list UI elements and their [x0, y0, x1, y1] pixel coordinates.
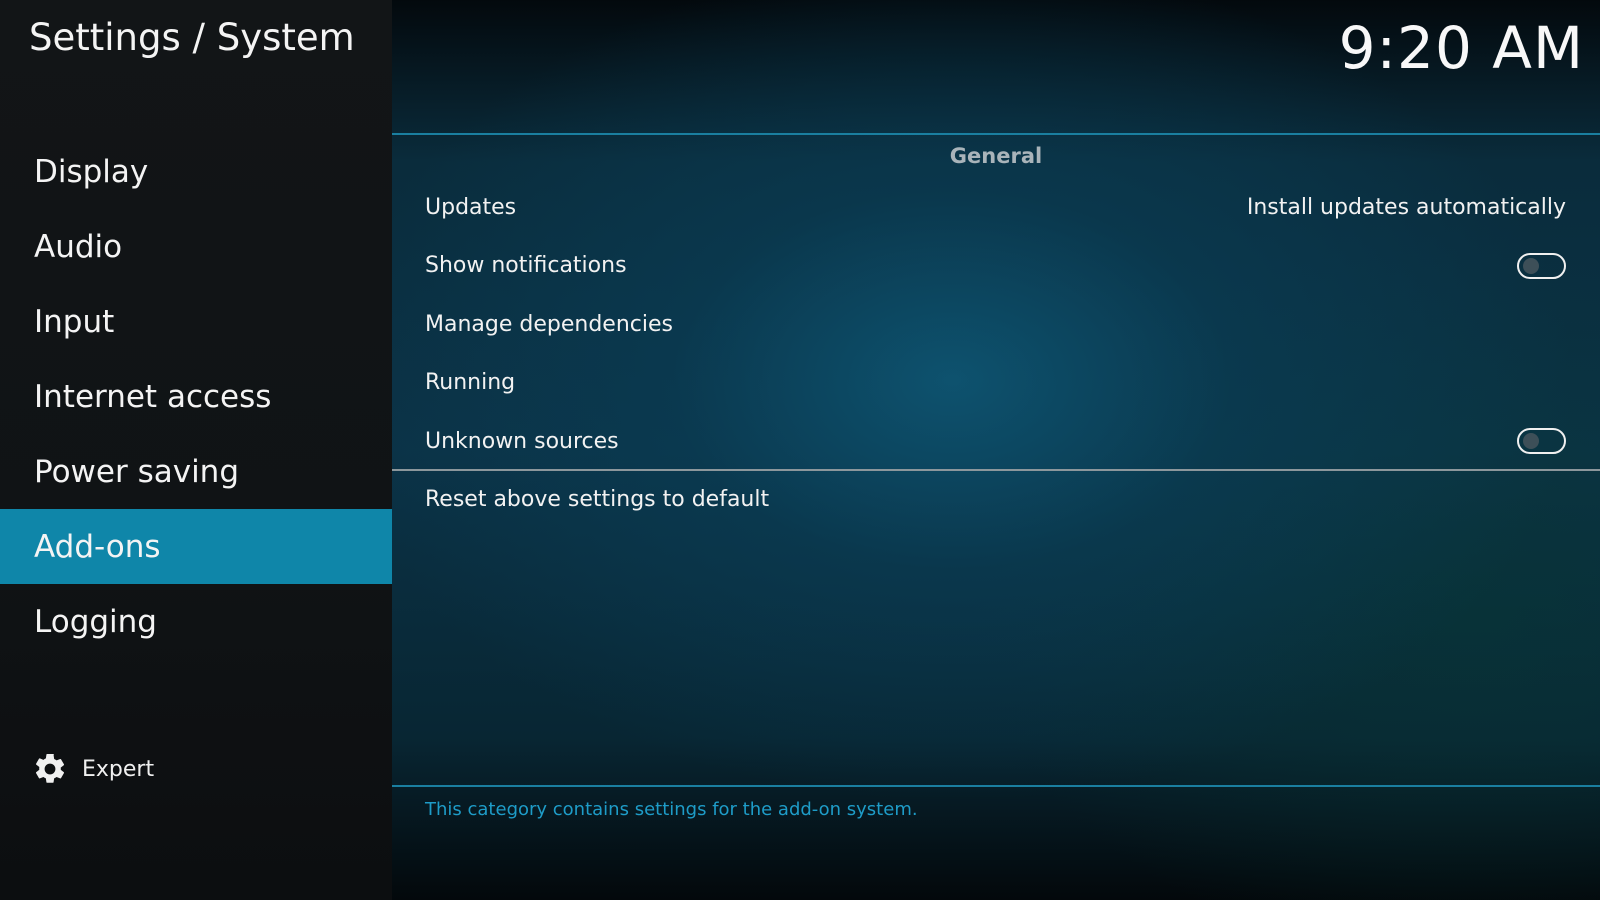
setting-unknown-sources[interactable]: Unknown sources: [392, 412, 1600, 471]
toggle-knob: [1523, 433, 1539, 450]
sidebar-item-audio[interactable]: Audio: [0, 209, 392, 284]
setting-label: Manage dependencies: [425, 311, 673, 337]
help-text: This category contains settings for the …: [425, 799, 918, 820]
sidebar: Settings / System Display Audio Input In…: [0, 0, 392, 900]
footer-divider: [392, 785, 1600, 787]
unknown-sources-toggle[interactable]: [1517, 428, 1566, 455]
setting-updates[interactable]: Updates Install updates automatically: [392, 178, 1600, 237]
sidebar-item-input[interactable]: Input: [0, 284, 392, 359]
setting-manage-dependencies[interactable]: Manage dependencies: [392, 295, 1600, 354]
setting-show-notifications[interactable]: Show notifications: [392, 237, 1600, 296]
gear-icon: [35, 753, 65, 783]
setting-label: Show notifications: [425, 253, 627, 279]
sidebar-item-logging[interactable]: Logging: [0, 584, 392, 659]
reset-settings-button[interactable]: Reset above settings to default: [425, 487, 769, 512]
settings-level-button[interactable]: Expert: [32, 751, 154, 787]
sidebar-item-power-saving[interactable]: Power saving: [0, 434, 392, 509]
category-menu: Display Audio Input Internet access Powe…: [0, 134, 392, 659]
show-notifications-toggle[interactable]: [1517, 252, 1566, 279]
setting-label: Running: [425, 370, 516, 396]
settings-level-label: Expert: [82, 756, 155, 782]
sidebar-item-display[interactable]: Display: [0, 134, 392, 209]
sidebar-item-add-ons[interactable]: Add-ons: [0, 509, 392, 584]
clock: 9:20 AM: [1338, 14, 1584, 82]
header-divider: [392, 133, 1600, 135]
toggle-knob: [1523, 257, 1539, 274]
setting-value: Install updates automatically: [1246, 194, 1566, 220]
setting-label: Updates: [425, 194, 517, 220]
setting-running[interactable]: Running: [392, 354, 1600, 413]
settings-list: Updates Install updates automatically Sh…: [392, 178, 1600, 471]
section-header: General: [949, 144, 1043, 168]
settings-divider: [392, 469, 1600, 471]
setting-label: Unknown sources: [425, 428, 619, 454]
page-title: Settings / System: [29, 16, 355, 59]
sidebar-item-internet-access[interactable]: Internet access: [0, 359, 392, 434]
